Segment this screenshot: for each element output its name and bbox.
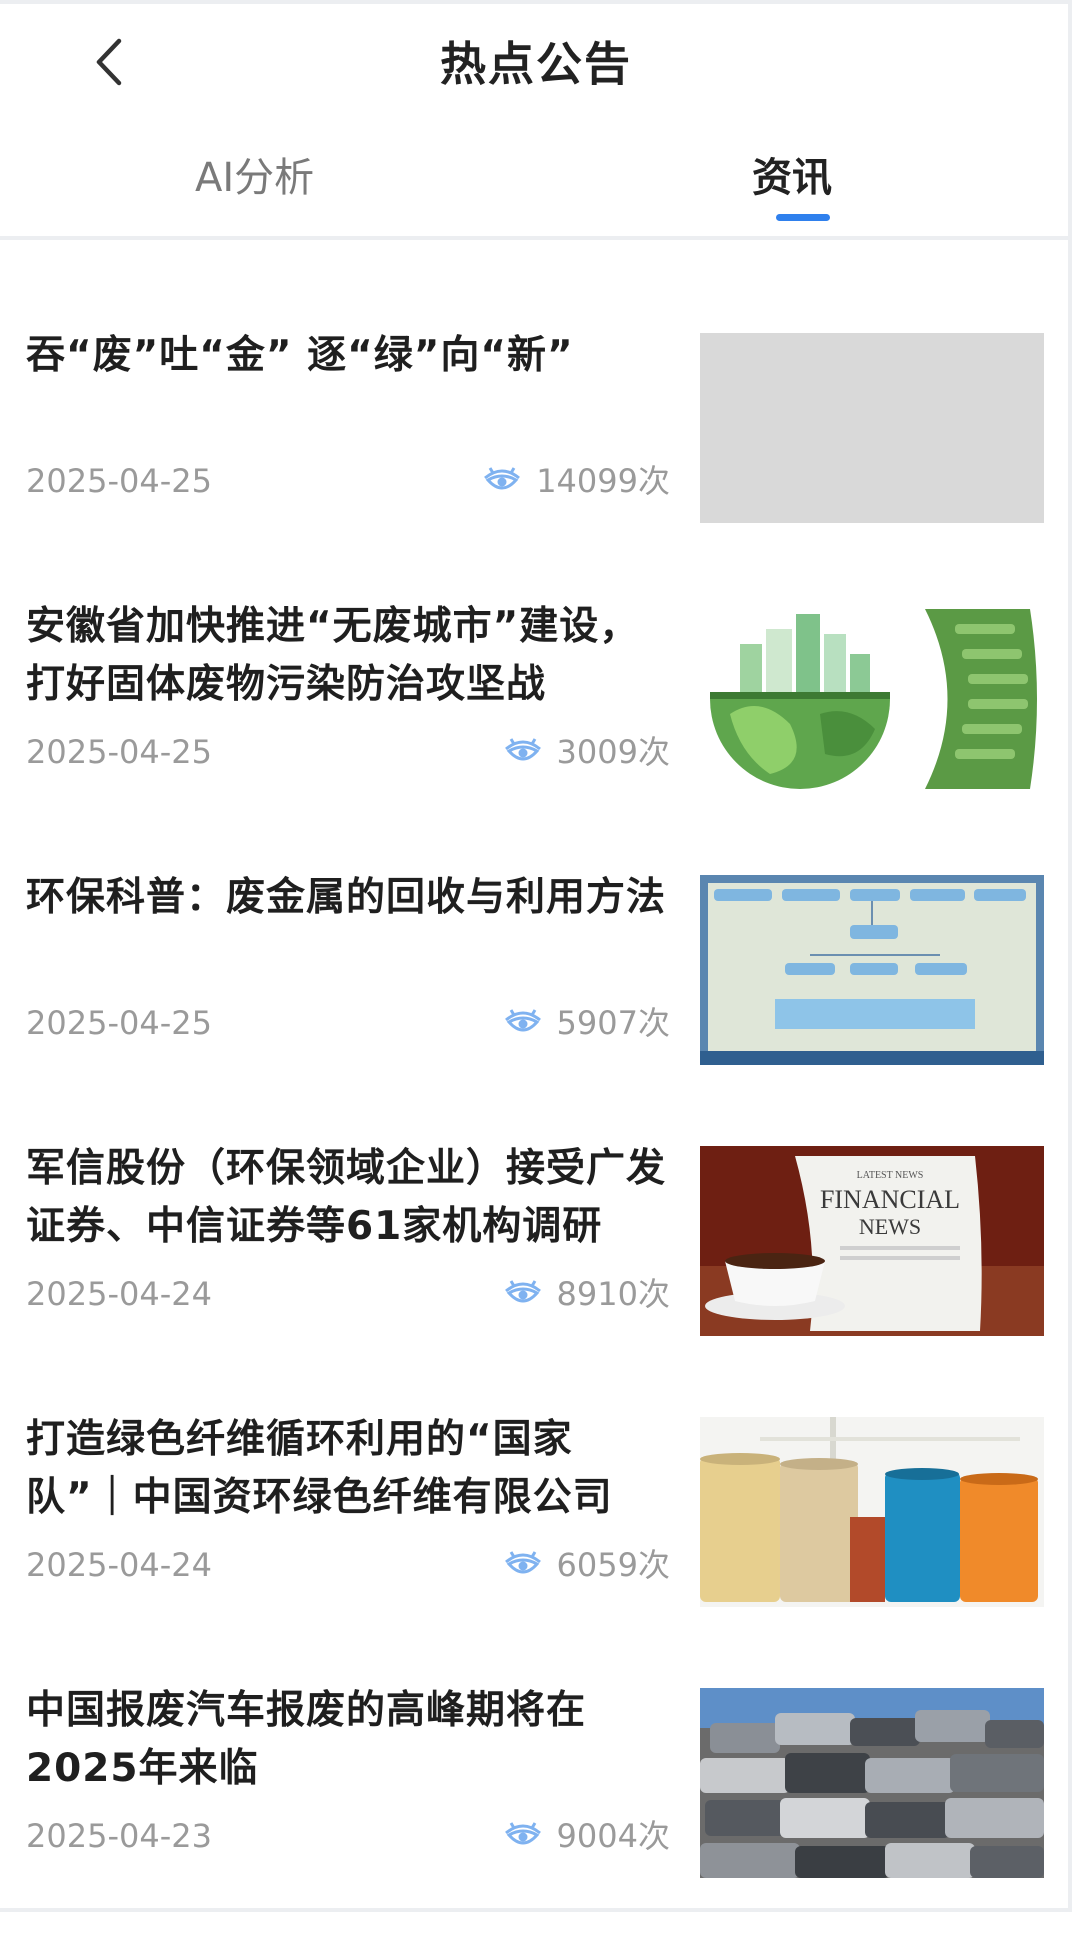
news-thumbnail: LATEST NEWS FINANCIAL NEWS <box>700 1146 1044 1336</box>
news-title: 吞“废”吐“金” 逐“绿”向“新” <box>26 333 574 378</box>
news-title: 打造绿色纤维循环利用的“国家队”｜中国资环绿色纤维有限公司 <box>26 1417 613 1520</box>
news-title: 军信股份（环保领域企业）接受广发证券、中信证券等61家机构调研 <box>26 1146 667 1249</box>
view-count: 14099次 <box>482 459 670 503</box>
news-item[interactable]: 吞“废”吐“金” 逐“绿”向“新” 2025-04-25 14099次 <box>0 311 1072 581</box>
news-thumbnail <box>700 1688 1044 1878</box>
view-count-text: 9004次 <box>556 1817 670 1855</box>
news-title: 安徽省加快推进“无废城市”建设，打好固体废物污染防治攻坚战 <box>26 604 640 707</box>
news-item[interactable]: 安徽省加快推进“无废城市”建设，打好固体废物污染防治攻坚战 2025-04-25… <box>0 582 1072 852</box>
view-count: 8910次 <box>503 1272 670 1316</box>
view-count-text: 3009次 <box>556 733 670 771</box>
eye-icon <box>503 1008 543 1038</box>
eye-icon <box>503 1550 543 1580</box>
view-count-text: 14099次 <box>536 462 670 500</box>
view-count-text: 6059次 <box>556 1546 670 1584</box>
news-date: 2025-04-24 <box>26 1546 212 1584</box>
news-date: 2025-04-23 <box>26 1817 212 1855</box>
news-thumbnail <box>700 875 1044 1065</box>
news-thumbnail <box>700 604 1044 794</box>
news-thumbnail <box>700 333 1044 523</box>
view-count: 6059次 <box>503 1543 670 1587</box>
header: 热点公告 <box>0 4 1072 129</box>
news-date: 2025-04-25 <box>26 733 212 771</box>
tab-bar: AI分析 资讯 <box>0 132 1072 240</box>
eye-icon <box>503 1279 543 1309</box>
view-count-text: 5907次 <box>556 1004 670 1042</box>
view-count-text: 8910次 <box>556 1275 670 1313</box>
eye-icon <box>482 466 522 496</box>
news-item[interactable]: 军信股份（环保领域企业）接受广发证券、中信证券等61家机构调研 2025-04-… <box>0 1124 1072 1394</box>
news-thumbnail <box>700 1417 1044 1607</box>
news-item[interactable]: 打造绿色纤维循环利用的“国家队”｜中国资环绿色纤维有限公司 2025-04-24… <box>0 1395 1072 1665</box>
news-date: 2025-04-24 <box>26 1275 212 1313</box>
page-title: 热点公告 <box>440 37 632 91</box>
tab-ai-analysis[interactable]: AI分析 <box>195 150 314 206</box>
active-tab-indicator <box>776 214 830 221</box>
view-count: 9004次 <box>503 1814 670 1858</box>
thumbnail-text: LATEST NEWS <box>857 1170 924 1181</box>
news-date: 2025-04-25 <box>26 1004 212 1042</box>
eye-icon <box>503 1821 543 1851</box>
news-item[interactable]: 环保科普：废金属的回收与利用方法 2025-04-25 5907次 <box>0 853 1072 1123</box>
app-screen: 热点公告 AI分析 资讯 吞“废”吐“金” 逐“绿”向“新” 2025-04-2… <box>0 0 1072 1912</box>
thumbnail-text: NEWS <box>859 1214 921 1239</box>
thumbnail-text: FINANCIAL <box>820 1185 960 1214</box>
news-title: 中国报废汽车报废的高峰期将在 2025年来临 <box>26 1688 587 1791</box>
news-date: 2025-04-25 <box>26 462 212 500</box>
news-item[interactable]: 中国报废汽车报废的高峰期将在 2025年来临 2025-04-23 9004次 <box>0 1666 1072 1936</box>
news-title: 环保科普：废金属的回收与利用方法 <box>26 875 667 920</box>
tab-news[interactable]: 资讯 <box>752 150 832 206</box>
view-count: 3009次 <box>503 730 670 774</box>
view-count: 5907次 <box>503 1001 670 1045</box>
eye-icon <box>503 737 543 767</box>
